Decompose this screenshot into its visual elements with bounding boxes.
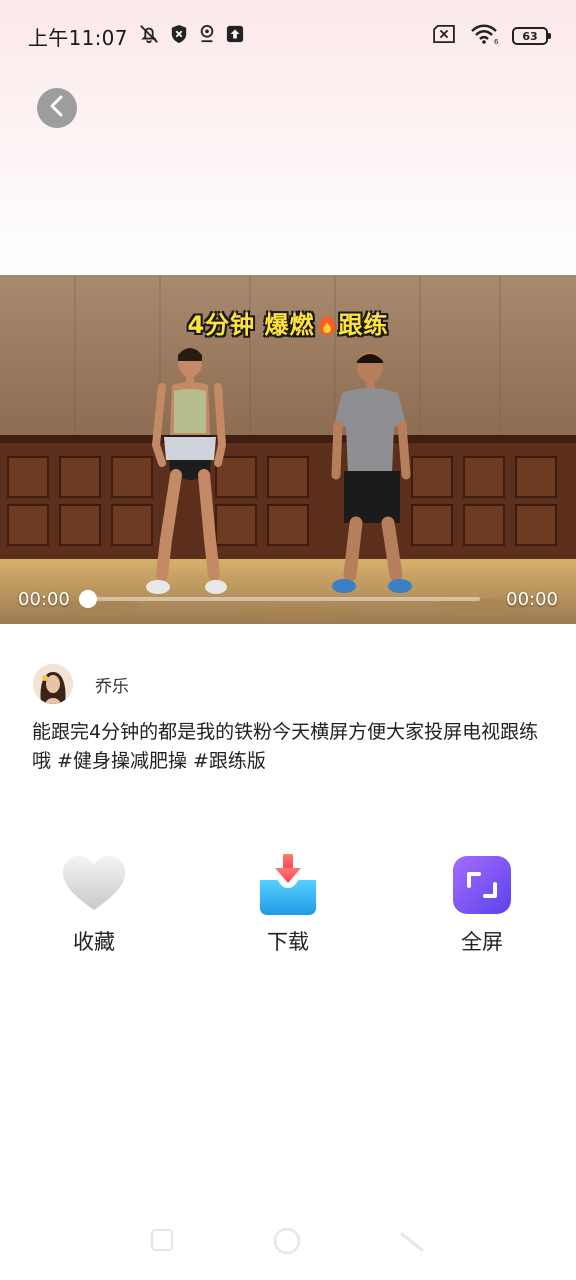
- favorite-button[interactable]: 收藏: [24, 852, 164, 956]
- video-description: 能跟完4分钟的都是我的铁粉今天横屏方便大家投屏电视跟练哦 #健身操减肥操 #跟练…: [32, 721, 539, 772]
- location-icon: [198, 24, 216, 48]
- status-bar: 上午11:07 6 63: [0, 18, 576, 54]
- video-title-suffix: 跟练: [338, 311, 389, 339]
- status-right: 6 63: [432, 24, 551, 48]
- playback-controls: 00:00 00:00: [18, 588, 558, 610]
- current-time: 00:00: [18, 588, 70, 610]
- download-button[interactable]: 下载: [218, 852, 358, 956]
- upload-icon: [226, 25, 244, 47]
- video-overlay-title: 4分钟 爆燃 跟练: [0, 305, 576, 340]
- home-button[interactable]: [272, 1226, 302, 1260]
- fullscreen-button[interactable]: 全屏: [412, 852, 552, 956]
- recent-apps-button[interactable]: [150, 1228, 174, 1256]
- status-time: 上午11:07: [28, 25, 128, 50]
- avatar[interactable]: [33, 664, 73, 704]
- favorite-label: 收藏: [73, 930, 115, 954]
- back-nav-button[interactable]: [400, 1228, 426, 1258]
- battery-indicator: 63: [512, 27, 551, 45]
- progress-knob[interactable]: [78, 590, 97, 608]
- fullscreen-icon: [449, 852, 515, 918]
- author-name[interactable]: 乔乐: [95, 672, 129, 697]
- video-player[interactable]: 4分钟 爆燃 跟练 00:00 00:00: [0, 275, 576, 624]
- sim-off-icon: [432, 25, 456, 47]
- system-navigation-bar: [0, 1220, 576, 1280]
- back-arrow-icon: [48, 95, 66, 121]
- progress-bar[interactable]: [78, 590, 481, 608]
- back-button[interactable]: [37, 88, 77, 128]
- status-left: 上午11:07: [28, 22, 244, 51]
- fullscreen-label: 全屏: [461, 930, 503, 954]
- video-detail-screen: 上午11:07 6 63 4分钟 爆燃 跟练 00:00 00:00 乔乐 能跟…: [0, 0, 576, 1280]
- bell-muted-icon: [138, 23, 160, 49]
- heart-icon: [61, 852, 127, 918]
- shield-icon: [170, 24, 188, 48]
- total-time: 00:00: [506, 588, 558, 610]
- svg-text:6: 6: [494, 38, 498, 44]
- fire-icon: [316, 312, 338, 336]
- download-label: 下载: [267, 930, 309, 954]
- video-title-text: 4分钟 爆燃: [187, 311, 315, 339]
- download-tray-icon: [255, 852, 321, 918]
- author-row[interactable]: 乔乐: [33, 663, 129, 705]
- wifi-icon: 6: [470, 24, 499, 48]
